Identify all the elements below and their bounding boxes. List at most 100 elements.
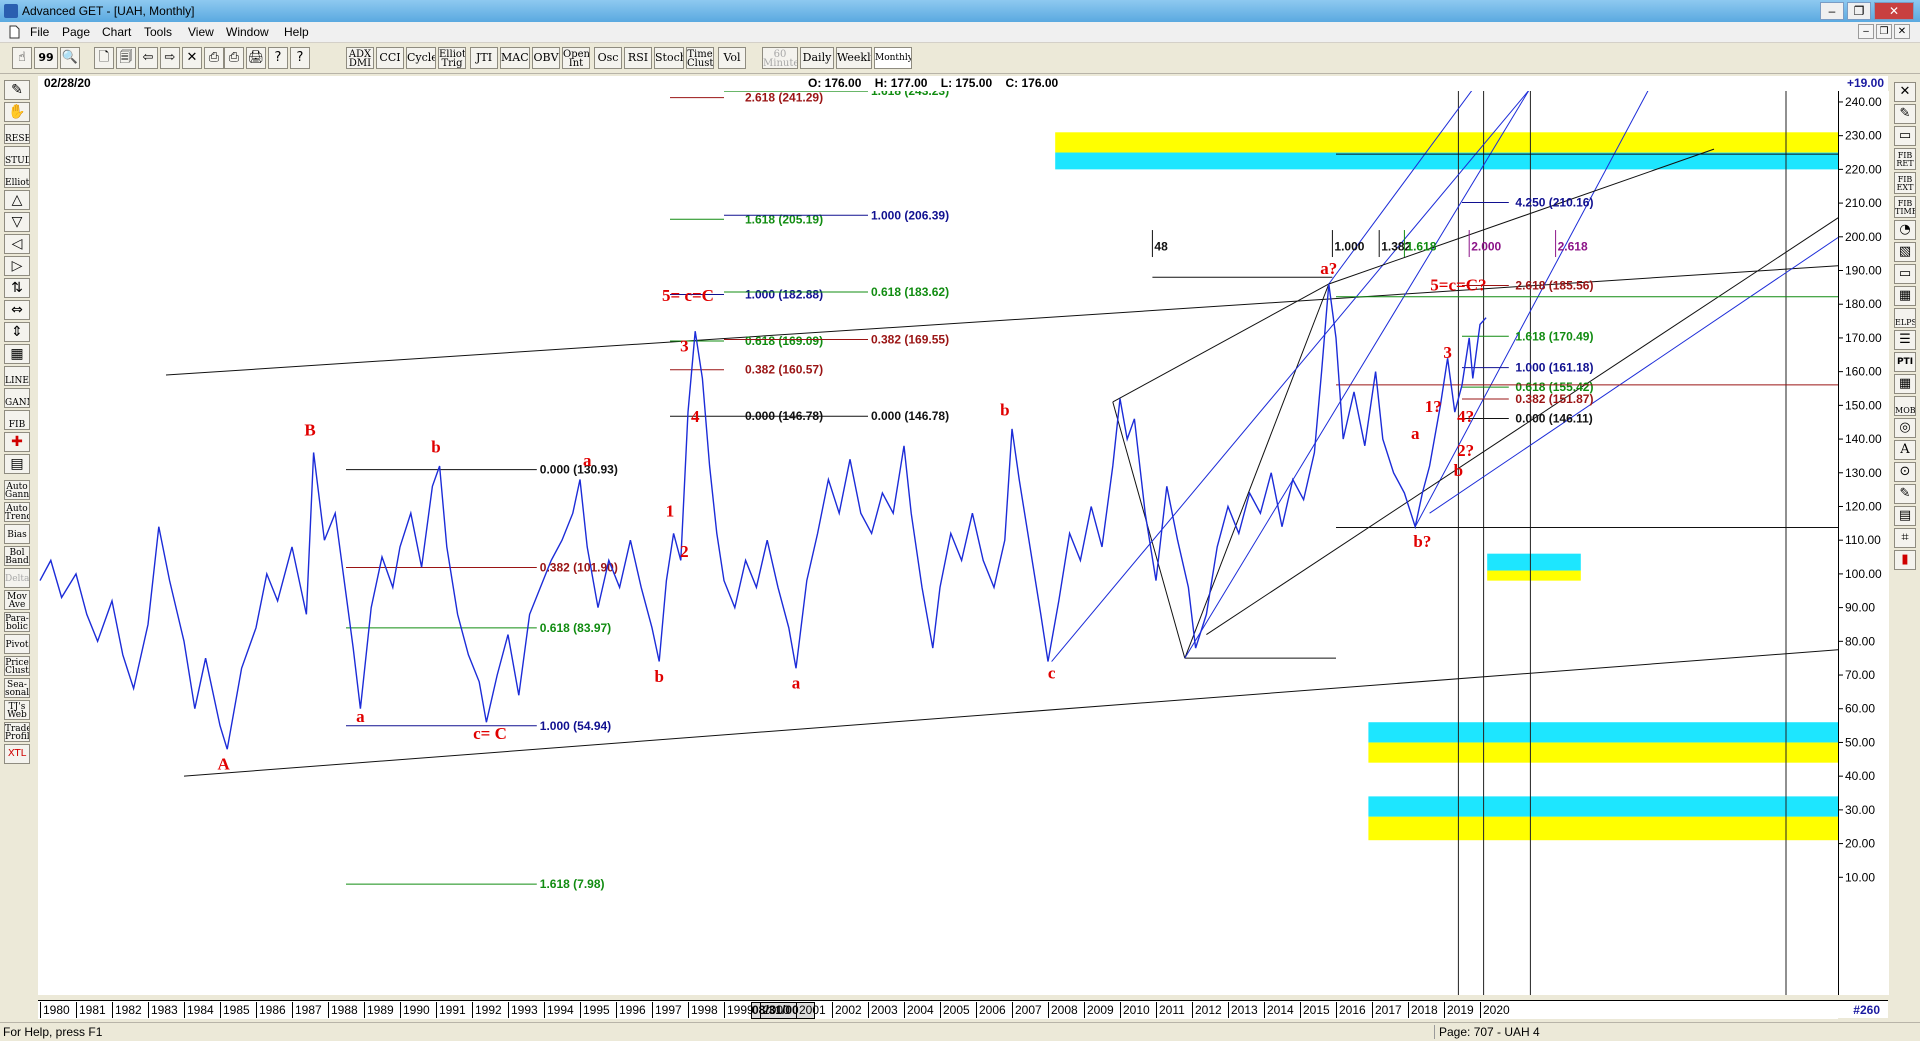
next-page-icon[interactable]: ⇨ bbox=[160, 47, 180, 69]
tjs-web-button[interactable]: TJ's Web bbox=[4, 700, 30, 720]
pti-button[interactable]: PTI bbox=[1894, 352, 1916, 372]
rectangle-icon[interactable]: ▭ bbox=[1894, 126, 1916, 146]
channel-icon[interactable]: ▤ bbox=[1894, 506, 1916, 526]
menu-chart[interactable]: Chart bbox=[102, 25, 131, 39]
cycle-icon[interactable]: ◔ bbox=[1894, 220, 1916, 240]
crosshair-icon[interactable]: ✚ bbox=[4, 432, 30, 452]
study-osc-button[interactable]: Osc bbox=[594, 47, 622, 69]
study-rsi-button[interactable]: RSI bbox=[624, 47, 652, 69]
context-help-icon[interactable]: ? bbox=[290, 47, 310, 69]
hatch-icon[interactable]: ▧ bbox=[1894, 242, 1916, 262]
fib-ext-button[interactable]: FIB EXT bbox=[1894, 172, 1916, 194]
price-clust-button[interactable]: Price Clust bbox=[4, 656, 30, 676]
mdi-minimize-button[interactable]: – bbox=[1858, 24, 1874, 39]
study-cycles-button[interactable]: Cycles bbox=[406, 47, 436, 69]
previous-page-icon[interactable]: ⇦ bbox=[138, 47, 158, 69]
compress-vertical-icon[interactable]: ⇅ bbox=[4, 278, 30, 298]
mdi-close-button[interactable]: ✕ bbox=[1894, 24, 1910, 39]
study-vol-button[interactable]: Vol bbox=[718, 47, 746, 69]
delta-button[interactable]: Delta bbox=[4, 568, 30, 588]
time-axis[interactable]: 08/31/00 1980 1981 1982 1983 1984 1985 1986 198… bbox=[38, 1000, 1838, 1019]
menu-file[interactable]: File bbox=[30, 25, 49, 39]
menu-window[interactable]: Window bbox=[226, 25, 269, 39]
mdi-restore-button[interactable]: ❐ bbox=[1876, 24, 1892, 39]
gann-button[interactable]: GANN bbox=[4, 388, 30, 408]
chart-area[interactable]: 2.618 (241.29) 1.618 (243.23) 1.618 (205.1… bbox=[38, 0, 1920, 995]
study-elliott-trig-button[interactable]: Elliott Trig bbox=[438, 47, 466, 69]
menu-help[interactable]: Help bbox=[284, 25, 309, 39]
close-drawing-icon[interactable]: ✕ bbox=[1894, 82, 1916, 102]
print-preview-icon[interactable]: ⎙ bbox=[224, 47, 244, 69]
study-time-clust-button[interactable]: Time Clust bbox=[686, 47, 714, 69]
trade-profile-button[interactable]: Trade Profile bbox=[4, 722, 30, 742]
pencil-icon[interactable]: ✎ bbox=[4, 80, 30, 100]
fib-ret-button[interactable]: FIB RET bbox=[1894, 148, 1916, 170]
pointer-icon[interactable]: ☝ bbox=[12, 47, 32, 69]
minimize-button[interactable]: – bbox=[1820, 2, 1844, 20]
fib-time-button[interactable]: FIB TIME bbox=[1894, 196, 1916, 218]
copy-page-icon[interactable]: 🗐 bbox=[116, 47, 136, 69]
text-tool-icon[interactable]: A bbox=[1894, 440, 1916, 460]
hash-icon[interactable]: ⌗ bbox=[1894, 528, 1916, 548]
price-axis[interactable]: 265.3910.0020.0030.0040.0050.0060.0070.0… bbox=[1838, 9, 1889, 995]
target-icon[interactable]: ◎ bbox=[1894, 418, 1916, 438]
study-cci-button[interactable]: CCI bbox=[376, 47, 404, 69]
study-jti-button[interactable]: JTI bbox=[470, 47, 498, 69]
list-icon[interactable]: ☰ bbox=[1894, 330, 1916, 350]
expand-vertical-icon[interactable]: ⇕ bbox=[4, 322, 30, 342]
marker-icon[interactable]: ✎ bbox=[1894, 484, 1916, 504]
hand-icon[interactable]: ✋ bbox=[4, 102, 30, 122]
help-icon[interactable]: ? bbox=[268, 47, 288, 69]
study-macd-button[interactable]: MACD bbox=[500, 47, 530, 69]
table-icon[interactable]: ▦ bbox=[1894, 286, 1916, 306]
grid-icon[interactable]: ▦ bbox=[4, 344, 30, 364]
study-stoch-button[interactable]: Stoch bbox=[654, 47, 684, 69]
study-button[interactable]: STUDY bbox=[4, 146, 30, 166]
mob-button[interactable]: MOB bbox=[1894, 396, 1916, 416]
lines-button[interactable]: LINES bbox=[4, 366, 30, 386]
study-adx-dmi-button[interactable]: ADX DMI bbox=[346, 47, 374, 69]
timeframe-monthly-button[interactable]: Monthly bbox=[874, 47, 912, 69]
timeframe-60-minute-button[interactable]: 60 Minute bbox=[762, 47, 798, 69]
delete-page-icon[interactable]: ✕ bbox=[182, 47, 202, 69]
template-icon[interactable]: ▤ bbox=[4, 454, 30, 474]
menu-view[interactable]: View bbox=[188, 25, 214, 39]
study-open-int-button[interactable]: Open Int bbox=[562, 47, 590, 69]
timeframe-weekly-button[interactable]: Weekly bbox=[836, 47, 872, 69]
box-icon[interactable]: ▭ bbox=[1894, 264, 1916, 284]
pen-icon[interactable]: ✎ bbox=[1894, 104, 1916, 124]
quote-icon[interactable]: 99 bbox=[34, 47, 58, 69]
arrow-up-icon[interactable]: △ bbox=[4, 190, 30, 210]
reset-button[interactable]: RESET bbox=[4, 124, 30, 144]
auto-gann-button[interactable]: Auto Gann bbox=[4, 480, 30, 500]
circle-tool-icon[interactable]: ⊙ bbox=[1894, 462, 1916, 482]
pivot-button[interactable]: Pivot bbox=[4, 634, 30, 654]
seasonals-button[interactable]: Sea-sonals bbox=[4, 678, 30, 698]
study-obv-button[interactable]: OBV bbox=[532, 47, 560, 69]
close-button[interactable]: ✕ bbox=[1874, 2, 1914, 20]
color-bar-icon[interactable]: ▮ bbox=[1894, 550, 1916, 570]
elliott-button[interactable]: Elliott bbox=[4, 168, 30, 188]
maximize-button[interactable]: ❐ bbox=[1847, 2, 1871, 20]
fib-button[interactable]: FIB bbox=[4, 410, 30, 430]
zoom-icon[interactable]: 🔍 bbox=[60, 47, 80, 69]
print-icon[interactable]: 🖨 bbox=[246, 47, 266, 69]
menu-page[interactable]: Page bbox=[62, 25, 90, 39]
grid-tool-icon[interactable]: ▦ bbox=[1894, 374, 1916, 394]
bol-band-button[interactable]: Bol Band bbox=[4, 546, 30, 566]
timeframe-daily-button[interactable]: Daily bbox=[800, 47, 834, 69]
document-icon[interactable] bbox=[8, 25, 20, 39]
new-page-icon[interactable]: 🗋 bbox=[94, 47, 114, 69]
xtl-button[interactable]: XTL bbox=[4, 744, 30, 764]
ellipse-button[interactable]: ELPS bbox=[1894, 308, 1916, 328]
arrow-left-icon[interactable]: ◁ bbox=[4, 234, 30, 254]
arrow-right-icon[interactable]: ▷ bbox=[4, 256, 30, 276]
arrow-down-icon[interactable]: ▽ bbox=[4, 212, 30, 232]
expand-horizontal-icon[interactable]: ⇔ bbox=[4, 300, 30, 320]
price-chart-svg[interactable]: 2.618 (241.29) 1.618 (243.23) 1.618 (205.1… bbox=[38, 0, 1920, 995]
bias-button[interactable]: Bias bbox=[4, 524, 30, 544]
auto-trend-button[interactable]: Auto Trend bbox=[4, 502, 30, 522]
layout-icon[interactable]: ⎙ bbox=[204, 47, 224, 69]
menu-tools[interactable]: Tools bbox=[144, 25, 172, 39]
mov-ave-button[interactable]: Mov Ave bbox=[4, 590, 30, 610]
